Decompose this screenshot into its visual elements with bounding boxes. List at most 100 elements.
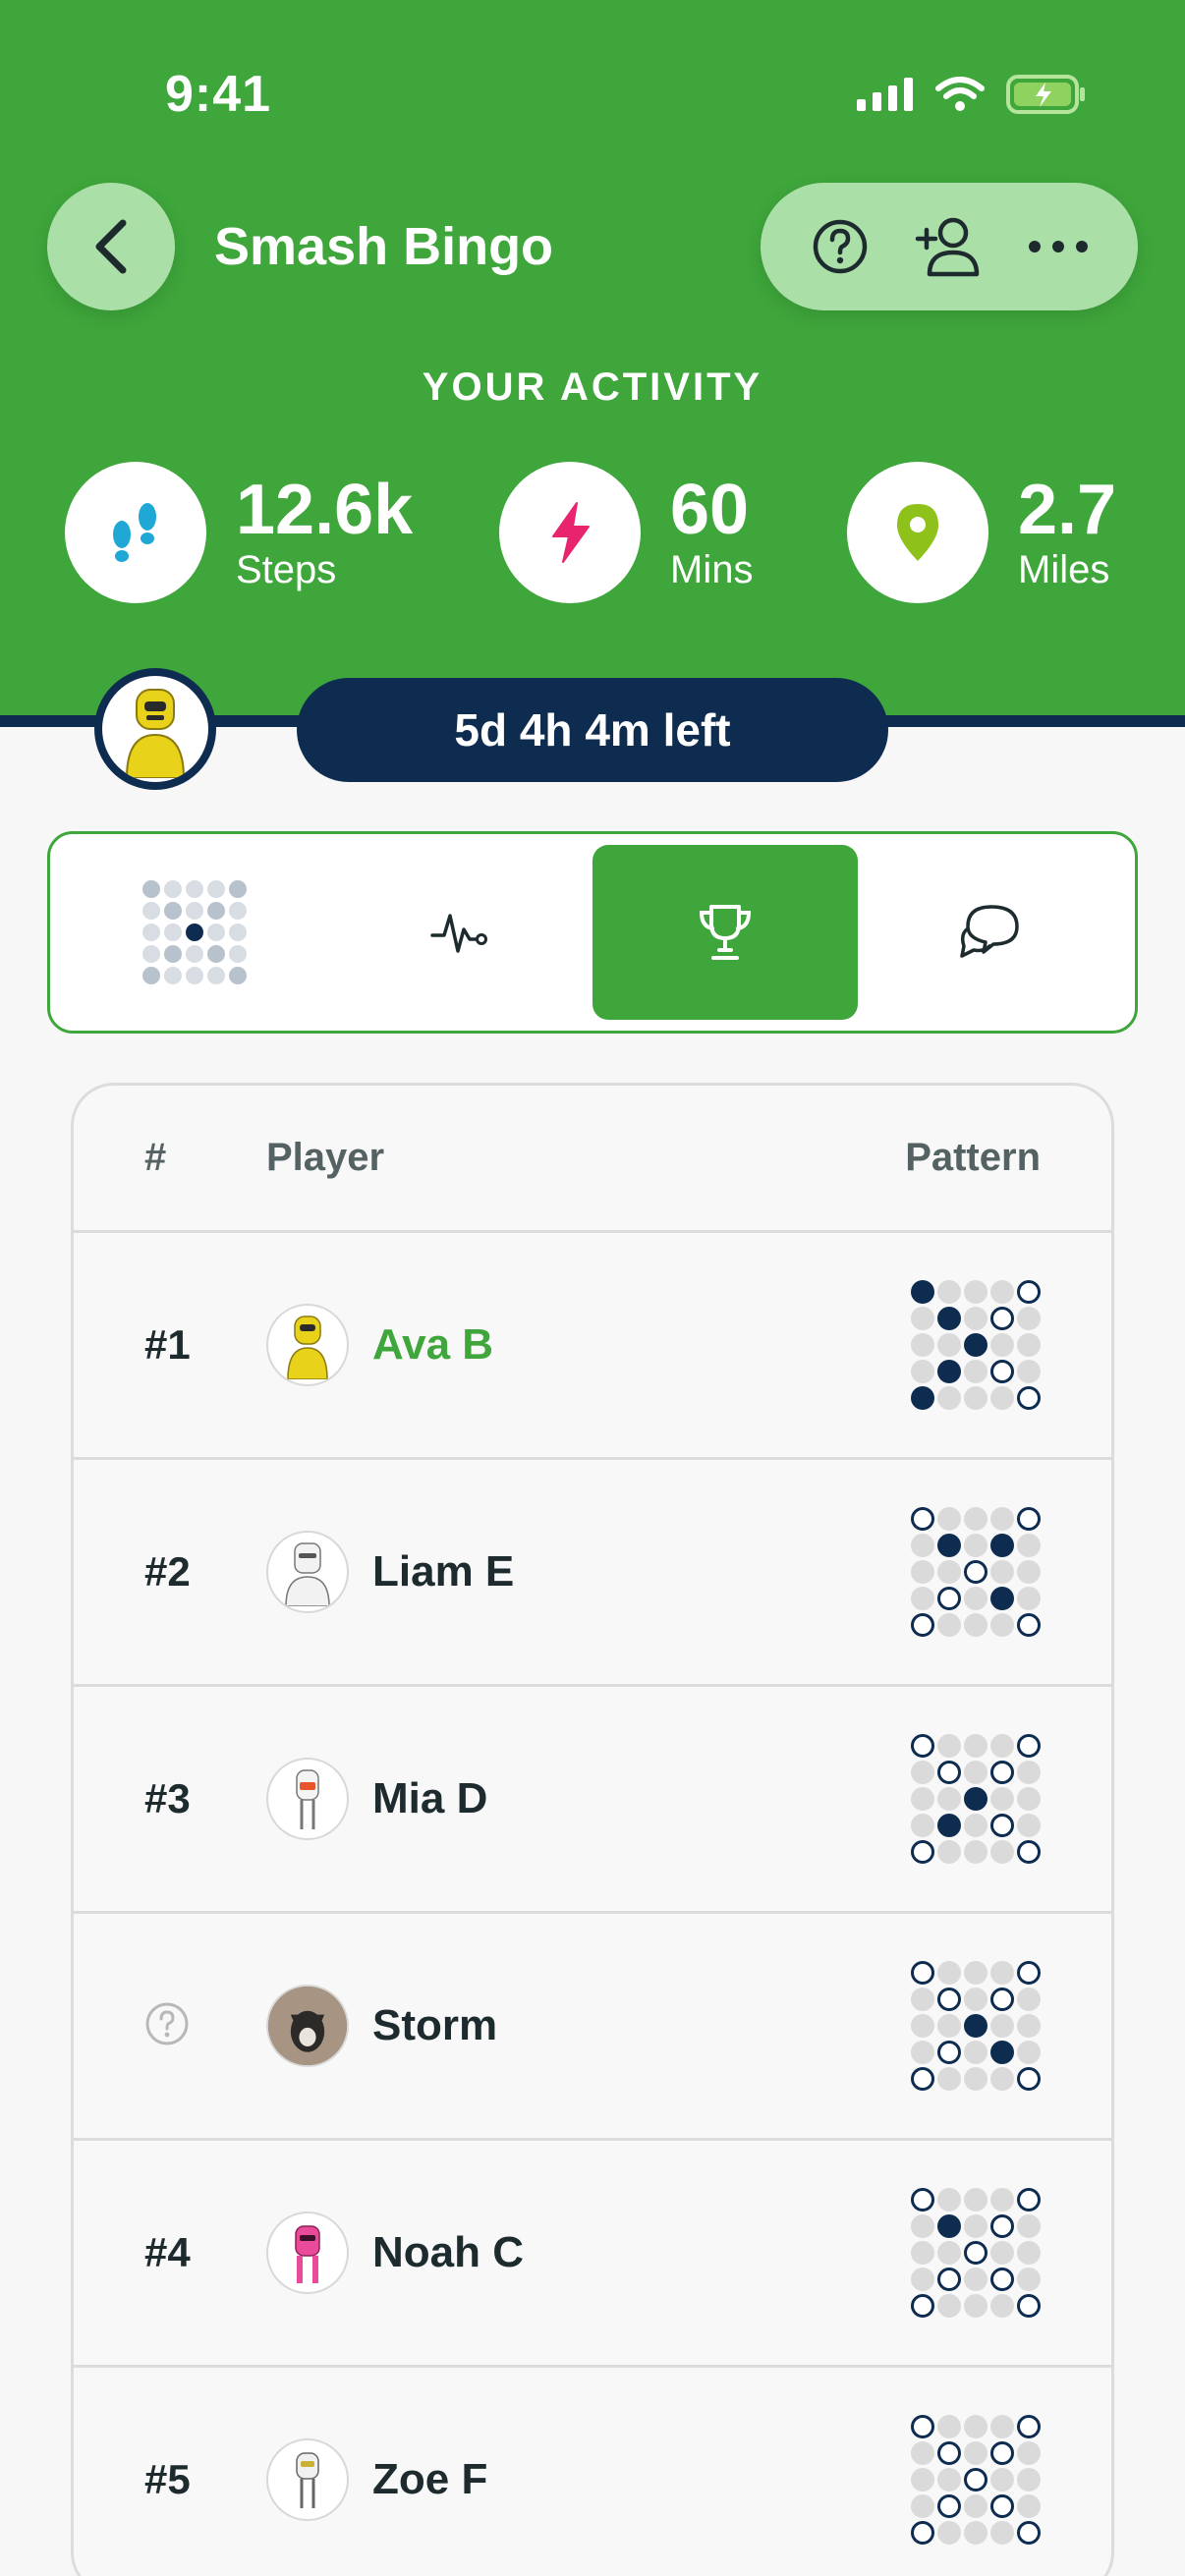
leaderboard-row[interactable]: #5 Zoe F: [74, 2368, 1111, 2576]
header-actions: [761, 183, 1138, 310]
bingo-grid-icon: [142, 880, 247, 984]
pattern-cell-empty: [964, 1761, 988, 1784]
pattern-cell-empty: [990, 2294, 1014, 2318]
pattern-cell-filled: [937, 2214, 961, 2238]
stat-steps-badge: [65, 462, 206, 603]
pattern-cell-empty: [964, 1360, 988, 1383]
pattern-grid: [911, 2188, 1041, 2318]
pattern-cell-outline: [1017, 2294, 1041, 2318]
more-options-button[interactable]: [1019, 207, 1098, 286]
pattern-cell-outline: [937, 2041, 961, 2064]
pattern-cell-empty: [990, 1560, 1014, 1584]
pattern-cell-empty: [964, 1840, 988, 1864]
pattern-cell-empty: [990, 2521, 1014, 2545]
pattern-cell-empty: [937, 1507, 961, 1531]
pattern-cell-empty: [964, 2268, 988, 2291]
pulse-icon: [430, 914, 487, 953]
pattern-cell-empty: [911, 2214, 934, 2238]
pattern-cell-filled: [990, 1587, 1014, 1610]
stat-miles-badge: [847, 462, 988, 603]
pattern-cell-empty: [937, 1280, 961, 1304]
pattern-cell-outline: [964, 1560, 988, 1584]
pattern-cell-filled: [937, 1814, 961, 1837]
pattern-cell-empty: [1017, 1360, 1041, 1383]
back-button[interactable]: [47, 183, 175, 310]
pattern-cell-empty: [964, 2521, 988, 2545]
pattern-cell-empty: [937, 2241, 961, 2265]
leaderboard-table: # Player Pattern #1 Ava B #2 Liam E #3 M…: [71, 1083, 1114, 2576]
trophy-icon: [699, 905, 752, 960]
pattern-cell-outline: [1017, 2415, 1041, 2438]
player-name: Noah C: [372, 2228, 524, 2276]
header-player: Player: [266, 1136, 385, 1179]
pattern-cell-empty: [964, 2494, 988, 2518]
add-player-button[interactable]: [910, 207, 988, 286]
pattern-cell-outline: [1017, 1507, 1041, 1531]
tab-bar: [47, 831, 1138, 1034]
status-icons: [857, 75, 1087, 114]
footsteps-icon: [113, 503, 156, 562]
pattern-cell-outline: [1017, 1961, 1041, 1985]
pattern-cell-empty: [1017, 1787, 1041, 1811]
pattern-cell-empty: [911, 1307, 934, 1330]
pattern-cell-empty: [911, 1360, 934, 1383]
lightning-icon: [552, 502, 590, 563]
pattern-cell-empty: [990, 1961, 1014, 1985]
stat-miles: 2.7 Miles: [847, 462, 1116, 603]
leaderboard-row[interactable]: #3 Mia D: [74, 1687, 1111, 1914]
tab-activity[interactable]: [327, 845, 592, 1020]
row-rank: #4: [144, 2229, 191, 2275]
player-avatar: [266, 1758, 349, 1840]
pattern-cell-empty: [1017, 2214, 1041, 2238]
pattern-cell-outline: [990, 1360, 1014, 1383]
pattern-cell-empty: [937, 2294, 961, 2318]
pattern-cell-empty: [990, 1840, 1014, 1864]
leaderboard-row[interactable]: #1 Ava B: [74, 1233, 1111, 1460]
pattern-cell-empty: [990, 1613, 1014, 1637]
help-button[interactable]: [801, 207, 879, 286]
tab-chat[interactable]: [858, 845, 1123, 1020]
pattern-cell-empty: [911, 1787, 934, 1811]
leaderboard-row[interactable]: #4 Noah C: [74, 2141, 1111, 2368]
pattern-cell-empty: [911, 2494, 934, 2518]
pattern-cell-outline: [990, 1761, 1014, 1784]
leaderboard-row[interactable]: Storm: [74, 1914, 1111, 2141]
leaderboard-row[interactable]: #2 Liam E: [74, 1460, 1111, 1687]
pattern-cell-empty: [990, 1280, 1014, 1304]
pattern-cell-empty: [990, 2468, 1014, 2492]
player-name: Storm: [372, 2001, 498, 2049]
pattern-grid: [911, 1280, 1041, 1410]
pattern-cell-empty: [937, 1613, 961, 1637]
pattern-cell-outline: [937, 2268, 961, 2291]
add-person-icon: [915, 217, 980, 277]
tab-bingo-card[interactable]: [62, 845, 327, 1020]
cellular-signal-icon: [857, 78, 913, 111]
pattern-cell-filled: [911, 1280, 934, 1304]
pattern-cell-empty: [964, 2041, 988, 2064]
my-avatar[interactable]: [94, 668, 216, 790]
pattern-cell-empty: [964, 1307, 988, 1330]
pattern-cell-empty: [911, 1814, 934, 1837]
pattern-cell-empty: [964, 1988, 988, 2011]
pattern-cell-empty: [990, 1507, 1014, 1531]
pattern-grid: [911, 2415, 1041, 2545]
pattern-cell-empty: [937, 1787, 961, 1811]
page-title: Smash Bingo: [214, 217, 554, 276]
pattern-cell-empty: [1017, 1587, 1041, 1610]
pattern-cell-empty: [911, 1988, 934, 2011]
pattern-cell-empty: [990, 1734, 1014, 1758]
pattern-cell-empty: [1017, 2268, 1041, 2291]
pattern-cell-outline: [1017, 1386, 1041, 1410]
pattern-cell-outline: [990, 2214, 1014, 2238]
wifi-icon: [935, 77, 985, 111]
pattern-cell-filled: [937, 1360, 961, 1383]
pattern-cell-empty: [937, 1560, 961, 1584]
pattern-cell-outline: [937, 2494, 961, 2518]
pattern-cell-outline: [1017, 1613, 1041, 1637]
pattern-cell-outline: [990, 2268, 1014, 2291]
pattern-cell-empty: [1017, 2014, 1041, 2038]
row-rank: #3: [144, 1775, 191, 1821]
pattern-cell-empty: [911, 1333, 934, 1357]
pattern-cell-empty: [937, 1386, 961, 1410]
tab-leaderboard[interactable]: [592, 845, 858, 1020]
